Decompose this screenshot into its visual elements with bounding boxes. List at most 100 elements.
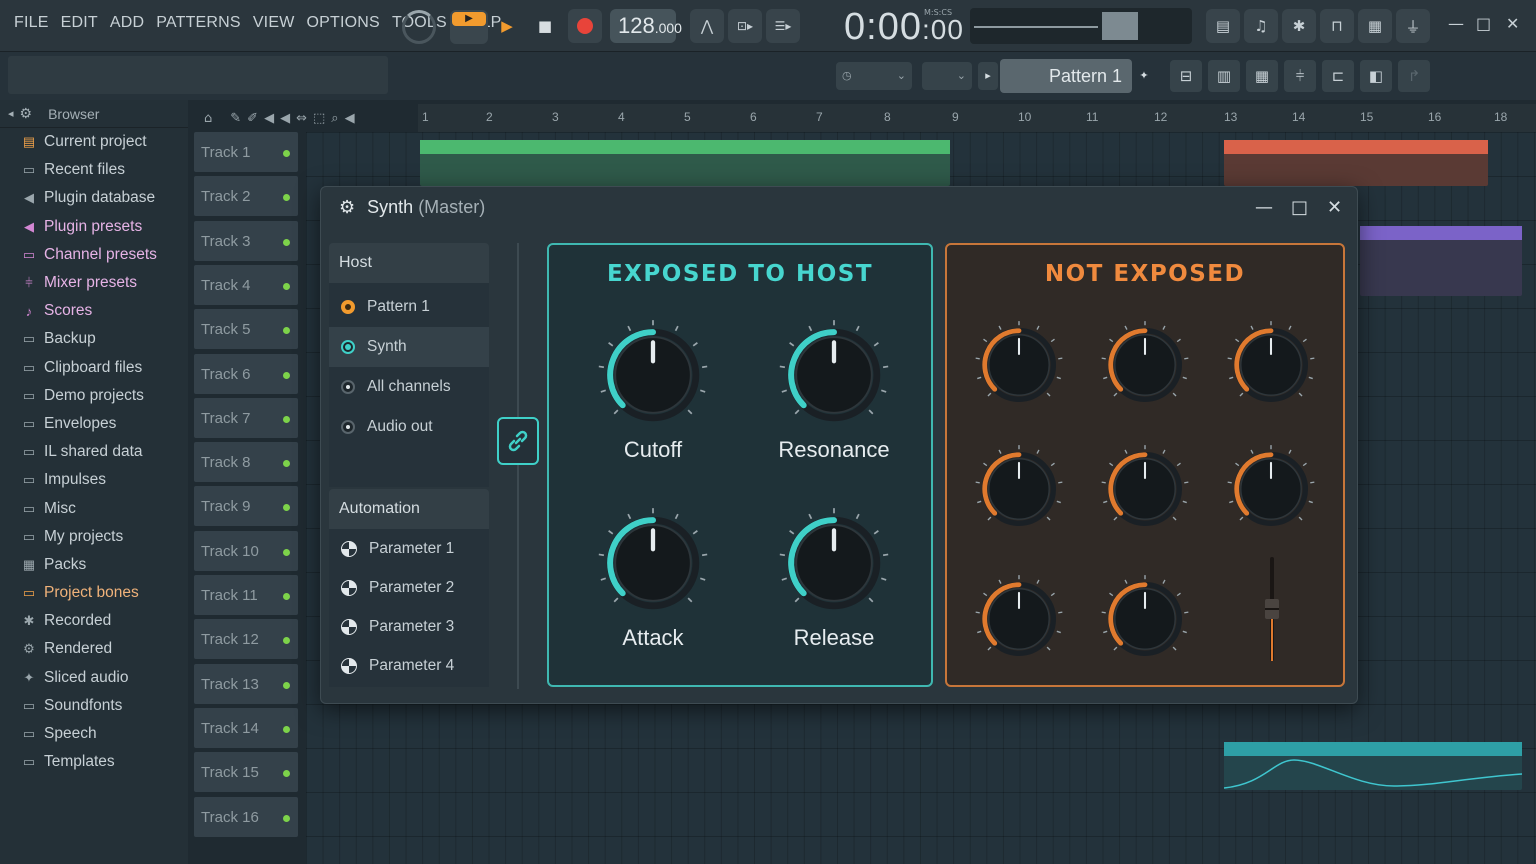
routing-button[interactable]: ⊏ [1322,60,1354,92]
hidden-parameter-knob[interactable] [1097,441,1193,541]
browser-item[interactable]: ✦ Sliced audio [0,664,188,692]
track-header[interactable]: Track 10 [194,530,298,571]
collapse-icon[interactable]: ◂ [8,107,14,120]
browser-item[interactable]: ♪ Scores [0,297,188,325]
hidden-parameter-knob[interactable] [1223,441,1319,541]
hidden-parameter-knob[interactable] [1223,317,1319,417]
track-header[interactable]: Track 8 [194,442,298,483]
browser-item[interactable]: ▭ Speech [0,720,188,748]
gear-icon[interactable]: ⚙ [339,197,355,218]
browser-item[interactable]: ✱ Recorded [0,607,188,635]
track-header[interactable]: Track 3 [194,220,298,261]
track-active-led[interactable] [283,548,290,556]
fader-slider[interactable] [1265,557,1279,661]
track-active-led[interactable] [283,194,290,202]
timeline-ruler[interactable]: 1 2 3 4 5 6 7 8 9 10 11 12 13 14 15 16 18 [418,104,1536,132]
automation-parameter[interactable]: Parameter 3 [329,607,489,646]
track-header[interactable]: Track 2 [194,176,298,217]
piano-roll-button[interactable]: ▦ [1358,9,1392,43]
automation-parameter[interactable]: Parameter 2 [329,568,489,607]
channel-rack-button[interactable]: ♫ [1244,9,1278,43]
pattern-clip[interactable] [1360,226,1522,296]
knob-resonance[interactable] [774,315,894,439]
hidden-parameter-knob[interactable] [1097,571,1193,671]
plugin-title-bar[interactable]: ⚙ Synth (Master) [339,197,485,218]
playlist-button[interactable]: ▤ [1206,9,1240,43]
automation-parameter[interactable]: Parameter 1 [329,529,489,568]
mic-button[interactable]: ⏚ [1396,9,1430,43]
track-active-led[interactable] [283,282,290,290]
hidden-parameter-knob[interactable] [971,571,1067,671]
track-active-led[interactable] [283,504,290,512]
track-header[interactable]: Track 13 [194,663,298,704]
countdown-button[interactable]: ☰▸ [766,9,800,43]
browser-item[interactable]: ▭ IL shared data [0,438,188,466]
track-active-led[interactable] [283,415,290,423]
play-tool-icon[interactable]: ◀ [345,111,355,126]
track-active-led[interactable] [283,371,290,379]
hidden-parameter-knob[interactable] [971,317,1067,417]
home-icon[interactable]: ⌂ [204,111,212,126]
menu-patterns[interactable]: PATTERNS [150,14,247,32]
track-header[interactable]: Track 1 [194,132,298,172]
metronome-button[interactable]: ⋀ [690,9,724,43]
track-active-led[interactable] [283,770,290,778]
knob-cutoff[interactable] [593,315,713,439]
track-active-led[interactable] [283,460,290,468]
browser-item[interactable]: ▭ Channel presets [0,241,188,269]
browser-item[interactable]: ▦ Packs [0,551,188,579]
browser-item[interactable]: ▭ Misc [0,494,188,522]
record-button[interactable] [568,9,602,43]
pattern-selector[interactable]: Pattern 1 [1000,59,1132,93]
track-header[interactable]: Track 5 [194,309,298,350]
step-selector[interactable]: ⌄ [922,62,972,90]
track-header[interactable]: Track 11 [194,575,298,615]
minimize-window-icon[interactable]: — [1448,14,1464,33]
plugin-wrapper-button[interactable]: ◧ [1360,60,1392,92]
pattern-clip[interactable] [1224,140,1488,186]
browser-item[interactable]: ⚙ Rendered [0,635,188,663]
browser-item[interactable]: ▭ Backup [0,325,188,353]
track-active-led[interactable] [283,238,290,246]
browser-item[interactable]: ⫩ Mixer presets [0,269,188,297]
track-active-led[interactable] [283,725,290,733]
faders-button[interactable]: ⫩ [1284,60,1316,92]
track-active-led[interactable] [283,327,290,335]
grid-button[interactable]: ▦ [1246,60,1278,92]
track-active-led[interactable] [283,814,290,822]
disabled-button[interactable]: ↱ [1398,60,1430,92]
browser-item[interactable]: ▭ Envelopes [0,410,188,438]
close-window-icon[interactable]: ✕ [1506,14,1519,33]
stop-button[interactable]: ■ [528,9,562,43]
slip-tool-icon[interactable]: ⇔ [296,111,307,126]
hidden-parameter-knob[interactable] [971,441,1067,541]
host-option[interactable]: Synth [329,327,489,367]
tempo-display[interactable]: 128.000 [610,9,682,43]
maximize-icon[interactable]: □ [1291,197,1308,218]
browser-item[interactable]: ▭ Demo projects [0,382,188,410]
knob-attack[interactable] [593,503,713,627]
menu-options[interactable]: OPTIONS [301,14,386,32]
track-header[interactable]: Track 16 [194,796,298,837]
mixer-button[interactable]: ⊓ [1320,9,1354,43]
browser-item[interactable]: ▭ Templates [0,748,188,776]
snap-selector[interactable]: ◷ ⌄ [836,62,912,90]
maximize-window-icon[interactable]: □ [1476,14,1491,33]
zoom-tool-icon[interactable]: ⌕ [331,111,338,126]
browser-item[interactable]: ▭ My projects [0,523,188,551]
track-header[interactable]: Track 6 [194,353,298,394]
mute-tool-icon[interactable]: ◀ [264,111,274,126]
track-active-led[interactable] [283,593,290,600]
link-button[interactable] [497,417,539,465]
automation-clip[interactable] [1224,742,1522,790]
knob-release[interactable] [774,503,894,627]
pattern-add-icon[interactable]: ✦ [1136,62,1152,90]
browser-item[interactable]: ▤ Current project [0,128,188,156]
browser-item[interactable]: ▭ Clipboard files [0,354,188,382]
track-active-led[interactable] [283,150,290,157]
play-button[interactable]: ▶ [490,9,524,43]
track-header[interactable]: Track 12 [194,619,298,660]
track-header[interactable]: Track 4 [194,264,298,305]
hidden-parameter-knob[interactable] [1097,317,1193,417]
paint-tool-icon[interactable]: ✐ [247,111,258,126]
